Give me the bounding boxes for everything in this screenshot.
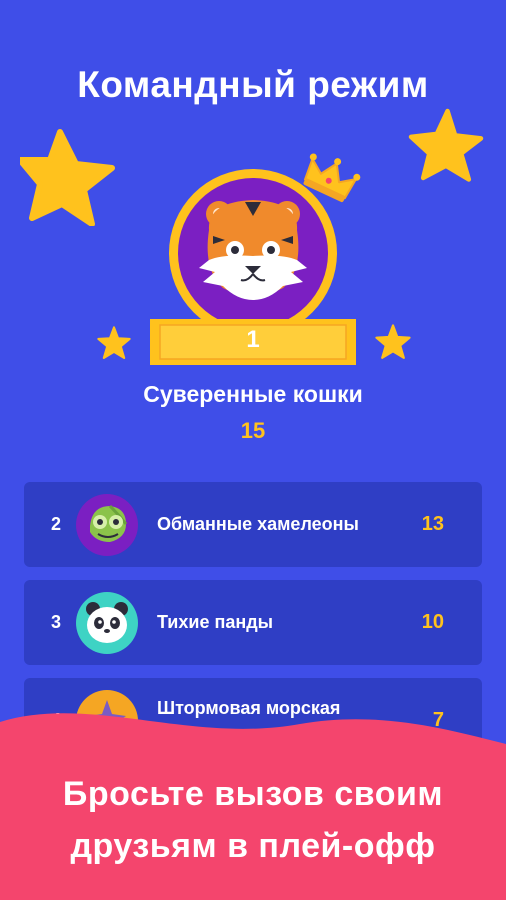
star-icon-small-right [375, 324, 411, 359]
row-team-name: Обманные хамелеоны [157, 514, 359, 534]
row-score: 10 [421, 611, 444, 633]
promo-line-1: Бросьте вызов своим [62, 775, 444, 813]
promo-line-2: друзьям в плей-офф [70, 827, 436, 865]
row-team-name: Тихие панды [157, 612, 274, 632]
leaderboard-row-3[interactable]: 3 Тихие панды 10 [24, 580, 482, 665]
chameleon-icon [76, 494, 138, 556]
page-title: Командный режим [77, 64, 429, 105]
winner-team-name: Суверенные кошки [143, 381, 363, 407]
winner-score: 15 [240, 418, 266, 443]
row-score: 13 [421, 513, 444, 535]
winner-rank: 1 [246, 326, 260, 353]
promo-banner: Бросьте вызов своим друзьям в плей-офф [0, 768, 506, 872]
row-rank: 3 [50, 612, 61, 632]
row-rank: 2 [50, 514, 61, 534]
star-icon-small-left [97, 326, 131, 359]
panda-icon [76, 592, 138, 654]
star-icon-right-large [408, 108, 484, 182]
leaderboard-row-2[interactable]: 2 Обманные хамелеоны 13 [24, 482, 482, 567]
star-icon-left-large [20, 129, 115, 226]
